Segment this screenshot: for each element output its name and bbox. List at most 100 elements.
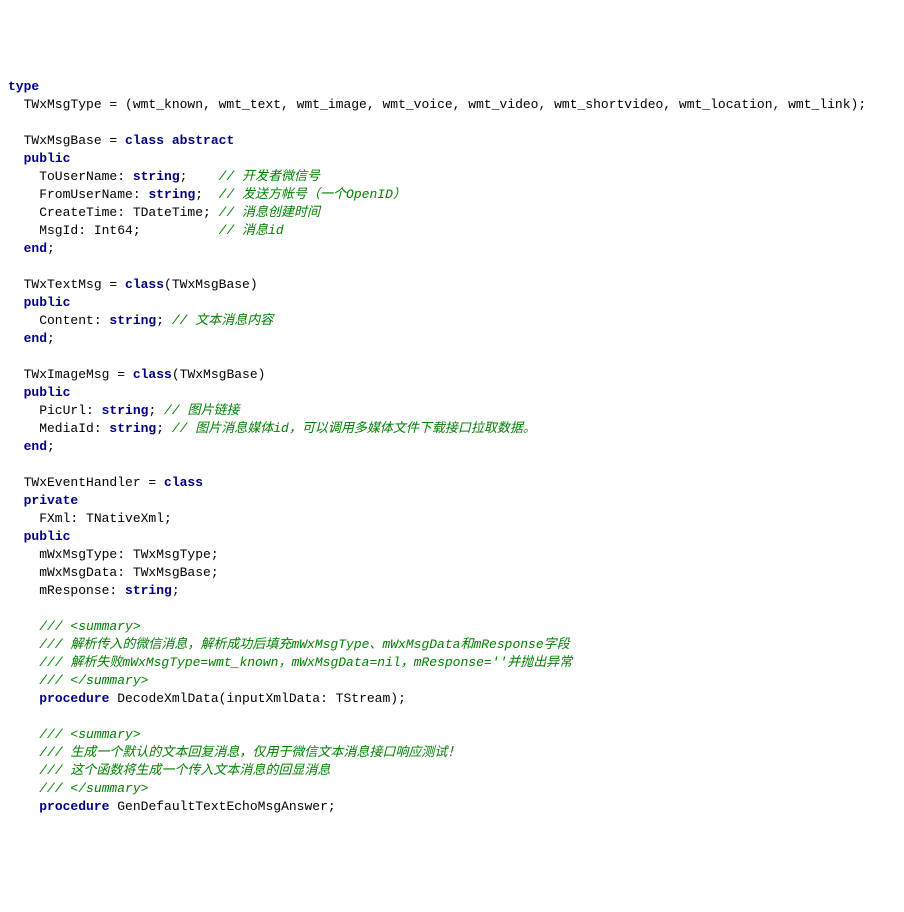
code-line: end; <box>8 330 896 348</box>
code-line: TWxMsgType = (wmt_known, wmt_text, wmt_i… <box>8 96 896 114</box>
code-comment: // 消息id <box>219 223 284 238</box>
code-comment: /// 解析传入的微信消息，解析成功后填充mWxMsgType、mWxMsgDa… <box>39 637 569 652</box>
code-text: ; <box>47 439 55 454</box>
code-line: MsgId: Int64; // 消息id <box>8 222 896 240</box>
code-text: (TWxMsgBase) <box>164 277 258 292</box>
code-text: FXml: TNativeXml; <box>8 511 172 526</box>
code-line: TWxMsgBase = class abstract <box>8 132 896 150</box>
code-text <box>8 637 39 652</box>
code-text: mWxMsgType: TWxMsgType; <box>8 547 219 562</box>
code-text: Content: <box>8 313 109 328</box>
code-keyword: public <box>24 295 71 310</box>
code-line: PicUrl: string; // 图片链接 <box>8 402 896 420</box>
code-text <box>8 295 24 310</box>
code-line <box>8 258 896 276</box>
code-line: Content: string; // 文本消息内容 <box>8 312 896 330</box>
code-keyword: public <box>24 151 71 166</box>
code-line: private <box>8 492 896 510</box>
code-comment: /// </summary> <box>39 673 148 688</box>
code-comment: // 开发者微信号 <box>219 169 320 184</box>
code-text <box>8 745 39 760</box>
code-keyword: public <box>24 529 71 544</box>
code-keyword: class <box>125 277 164 292</box>
code-text <box>8 727 39 742</box>
code-keyword: type <box>8 79 39 94</box>
code-text: MsgId: Int64; <box>8 223 219 238</box>
code-line <box>8 456 896 474</box>
code-text <box>8 763 39 778</box>
code-type: string <box>109 313 156 328</box>
code-keyword: public <box>24 385 71 400</box>
code-text <box>8 151 24 166</box>
code-line: /// </summary> <box>8 672 896 690</box>
code-line: MediaId: string; // 图片消息媒体id，可以调用多媒体文件下载… <box>8 420 896 438</box>
code-text: DecodeXmlData(inputXmlData: TStream); <box>109 691 405 706</box>
code-line: mWxMsgType: TWxMsgType; <box>8 546 896 564</box>
code-text: ; <box>47 241 55 256</box>
code-text <box>8 493 24 508</box>
code-line: TWxTextMsg = class(TWxMsgBase) <box>8 276 896 294</box>
code-line: /// 解析失败mWxMsgType=wmt_known，mWxMsgData=… <box>8 654 896 672</box>
code-text: ; <box>156 313 172 328</box>
code-keyword: class <box>164 475 203 490</box>
code-line: /// 解析传入的微信消息，解析成功后填充mWxMsgType、mWxMsgDa… <box>8 636 896 654</box>
code-text <box>8 331 24 346</box>
code-line: /// 这个函数将生成一个传入文本消息的回显消息 <box>8 762 896 780</box>
code-text: ; <box>156 421 172 436</box>
code-line: /// 生成一个默认的文本回复消息，仅用于微信文本消息接口响应测试！ <box>8 744 896 762</box>
code-text: (TWxMsgBase) <box>172 367 266 382</box>
code-text <box>8 529 24 544</box>
code-text: TWxEventHandler = <box>8 475 164 490</box>
code-text: TWxMsgBase = <box>8 133 125 148</box>
code-text <box>8 799 39 814</box>
code-line: type <box>8 78 896 96</box>
code-text: ; <box>148 403 164 418</box>
code-line: /// </summary> <box>8 780 896 798</box>
code-keyword: class abstract <box>125 133 234 148</box>
code-keyword: end <box>24 331 47 346</box>
code-text <box>8 241 24 256</box>
code-text <box>8 439 24 454</box>
code-line: public <box>8 294 896 312</box>
code-text: FromUserName: <box>8 187 148 202</box>
code-keyword: end <box>24 241 47 256</box>
code-text: ; <box>180 169 219 184</box>
code-text: PicUrl: <box>8 403 102 418</box>
code-keyword: procedure <box>39 691 109 706</box>
code-comment: /// 这个函数将生成一个传入文本消息的回显消息 <box>39 763 330 778</box>
code-text: mResponse: <box>8 583 125 598</box>
code-line: /// <summary> <box>8 726 896 744</box>
code-keyword: class <box>133 367 172 382</box>
code-type: string <box>109 421 156 436</box>
code-text <box>8 673 39 688</box>
code-line: procedure GenDefaultTextEchoMsgAnswer; <box>8 798 896 816</box>
code-comment: // 图片消息媒体id，可以调用多媒体文件下载接口拉取数据。 <box>172 421 536 436</box>
code-text <box>8 781 39 796</box>
code-line: /// <summary> <box>8 618 896 636</box>
code-text: TWxTextMsg = <box>8 277 125 292</box>
code-comment: /// 解析失败mWxMsgType=wmt_known，mWxMsgData=… <box>39 655 572 670</box>
code-text: ; <box>195 187 218 202</box>
code-comment: // 图片链接 <box>164 403 239 418</box>
code-line: mWxMsgData: TWxMsgBase; <box>8 564 896 582</box>
code-type: string <box>102 403 149 418</box>
code-type: string <box>148 187 195 202</box>
code-line: FXml: TNativeXml; <box>8 510 896 528</box>
code-text: mWxMsgData: TWxMsgBase; <box>8 565 219 580</box>
code-line: public <box>8 384 896 402</box>
code-text: GenDefaultTextEchoMsgAnswer; <box>109 799 335 814</box>
code-text: TWxMsgType = (wmt_known, wmt_text, wmt_i… <box>8 97 866 112</box>
code-line: end; <box>8 240 896 258</box>
code-keyword: end <box>24 439 47 454</box>
code-line: ToUserName: string; // 开发者微信号 <box>8 168 896 186</box>
code-comment: /// 生成一个默认的文本回复消息，仅用于微信文本消息接口响应测试！ <box>39 745 460 760</box>
code-line <box>8 600 896 618</box>
code-keyword: private <box>24 493 79 508</box>
code-line: mResponse: string; <box>8 582 896 600</box>
code-comment: /// <summary> <box>39 619 140 634</box>
code-text <box>8 655 39 670</box>
code-line: procedure DecodeXmlData(inputXmlData: TS… <box>8 690 896 708</box>
code-comment: // 消息创建时间 <box>219 205 320 220</box>
code-line <box>8 708 896 726</box>
code-keyword: procedure <box>39 799 109 814</box>
